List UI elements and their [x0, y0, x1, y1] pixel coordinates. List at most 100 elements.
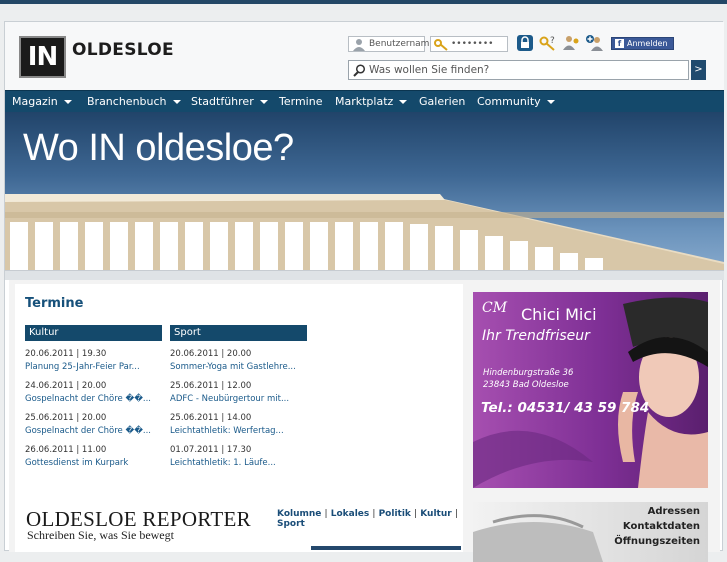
chevron-down-icon [172, 100, 181, 104]
event-title[interactable]: Gottesdienst im Kurpark [25, 457, 162, 470]
event-title[interactable]: Leichtathletik: Werfertag... [170, 425, 307, 438]
nav-label: Galerien [419, 95, 466, 108]
nav-label: Magazin [12, 95, 58, 108]
list-item[interactable]: 24.06.2011 | 20.00 Gospelnacht der Chöre … [25, 380, 162, 405]
list-item[interactable]: 25.06.2011 | 20.00 Gospelnacht der Chöre … [25, 412, 162, 437]
link-kultur[interactable]: Kultur [420, 509, 451, 519]
search-icon [353, 64, 366, 77]
event-date: 25.06.2011 | 20.00 [25, 413, 107, 423]
event-date: 24.06.2011 | 20.00 [25, 381, 107, 391]
username-field[interactable]: Benutzername [348, 36, 435, 52]
chevron-down-icon [259, 100, 268, 104]
salon-advertisement[interactable]: CM Chici Mici Ihr Trendfriseur Hindenbur… [473, 292, 708, 488]
event-date: 20.06.2011 | 20.00 [170, 349, 252, 359]
password-field[interactable]: •••••••• [430, 36, 508, 52]
top-strip [0, 4, 727, 20]
salon-logo-script: CM [482, 300, 508, 316]
list-item[interactable]: 25.06.2011 | 12.00 ADFC - Neubürgertour m… [170, 380, 307, 405]
link-politik[interactable]: Politik [379, 509, 411, 519]
link-kolumne[interactable]: Kolumne [277, 509, 321, 519]
nav-label: Community [477, 95, 541, 108]
key-icon [434, 39, 448, 51]
page-frame: IN OLDESLOE Benutzername •••••••• ? f An… [4, 21, 724, 562]
nav-label: Branchenbuch [87, 95, 167, 108]
salon-name: Chici Mici [521, 305, 597, 324]
event-date: 26.06.2011 | 11.00 [25, 445, 107, 455]
reporter-subtitle: Schreiben Sie, was Sie bewegt [27, 528, 174, 542]
main-content: Termine Kultur 20.06.2011 | 19.30 Planung… [9, 280, 720, 562]
chevron-down-icon [63, 100, 72, 104]
link-lokales[interactable]: Lokales [331, 509, 370, 519]
separator: | [372, 509, 376, 519]
separator: | [324, 509, 328, 519]
termine-column-sport: Sport 20.06.2011 | 20.00 Sommer-Yoga mit … [170, 325, 307, 469]
hero-title: Wo IN oldesloe? [23, 127, 294, 169]
event-title[interactable]: Planung 25-Jahr-Feier Par... [25, 361, 162, 374]
search-placeholder: Was wollen Sie finden? [369, 64, 490, 76]
termine-heading[interactable]: Termine [25, 296, 83, 311]
directory-line-2: Kontaktdaten [622, 521, 700, 532]
forgot-password-icon[interactable]: ? [538, 34, 558, 53]
nav-item-termine[interactable]: Termine [279, 91, 322, 112]
search-input[interactable]: Was wollen Sie finden? [348, 60, 689, 80]
event-title[interactable]: ADFC - Neubürgertour mit... [170, 393, 307, 406]
reporter-category-links: Kolumne | Lokales | Politik | Kultur | S… [277, 509, 463, 529]
nav-item-stadtfuehrer[interactable]: Stadtführer [191, 91, 268, 112]
nav-label: Stadtführer [191, 95, 254, 108]
list-item[interactable]: 25.06.2011 | 14.00 Leichtathletik: Werfer… [170, 412, 307, 437]
directory-line-3: Öffnungszeiten [614, 536, 700, 547]
link-sport[interactable]: Sport [277, 519, 305, 529]
salon-street: Hindenburgstraße 36 [483, 368, 574, 378]
event-title[interactable]: Gospelnacht der Chöre ��... [25, 393, 162, 406]
event-date: 01.07.2011 | 17.30 [170, 445, 252, 455]
event-title[interactable]: Gospelnacht der Chöre ��... [25, 425, 162, 438]
user-icon [353, 39, 365, 51]
nav-item-magazin[interactable]: Magazin [12, 91, 72, 112]
salon-tagline: Ihr Trendfriseur [482, 328, 590, 344]
main-navigation: Magazin Branchenbuch Stadtführer Termine… [5, 90, 724, 112]
svg-text:?: ? [550, 36, 555, 46]
hero-banner: Wo IN oldesloe? [5, 112, 724, 270]
register-users-icon[interactable] [562, 34, 582, 53]
username-placeholder: Benutzername [369, 39, 435, 49]
directory-advertisement[interactable]: Adressen Kontaktdaten Öffnungszeiten [473, 502, 708, 562]
list-item[interactable]: 20.06.2011 | 20.00 Sommer-Yoga mit Gastle… [170, 348, 307, 373]
event-title[interactable]: Leichtathletik: 1. Läufe... [170, 457, 307, 470]
add-user-icon[interactable] [585, 34, 605, 53]
list-item[interactable]: 26.06.2011 | 11.00 Gottesdienst im Kurpar… [25, 444, 162, 469]
site-header: IN OLDESLOE Benutzername •••••••• ? f An… [5, 22, 724, 90]
salon-address: Hindenburgstraße 36 23843 Bad Oldesloe [483, 367, 573, 391]
column-header[interactable]: Sport [170, 325, 307, 341]
nav-item-galerien[interactable]: Galerien [419, 91, 465, 112]
event-title[interactable]: Sommer-Yoga mit Gastlehre... [170, 361, 307, 374]
event-date: 20.06.2011 | 19.30 [25, 349, 107, 359]
content-divider [5, 270, 724, 280]
separator: | [414, 509, 418, 519]
login-bar: Benutzername •••••••• ? f Anmelden [348, 34, 674, 53]
termine-column-kultur: Kultur 20.06.2011 | 19.30 Planung 25-Jahr… [25, 325, 162, 469]
list-item[interactable]: 20.06.2011 | 19.30 Planung 25-Jahr-Feier … [25, 348, 162, 373]
nav-item-community[interactable]: Community [477, 91, 555, 112]
password-mask: •••••••• [451, 39, 494, 49]
directory-line-1: Adressen [647, 506, 700, 517]
event-date: 25.06.2011 | 12.00 [170, 381, 252, 391]
facebook-icon: f [615, 39, 624, 48]
facebook-login-button[interactable]: f Anmelden [611, 37, 674, 50]
chevron-down-icon [546, 100, 555, 104]
nav-item-marktplatz[interactable]: Marktplatz [335, 91, 408, 112]
nav-label: Marktplatz [335, 95, 394, 108]
event-date: 25.06.2011 | 14.00 [170, 413, 252, 423]
facebook-login-label: Anmelden [627, 39, 668, 48]
site-logo-mark[interactable]: IN [19, 36, 66, 78]
chevron-down-icon [399, 100, 408, 104]
reporter-tab-bar [311, 546, 461, 550]
login-padlock-icon[interactable] [516, 34, 536, 53]
nav-item-branchenbuch[interactable]: Branchenbuch [87, 91, 181, 112]
salon-phone: Tel.: 04531/ 43 59 784 [481, 400, 650, 416]
content-left-column: Termine Kultur 20.06.2011 | 19.30 Planung… [15, 284, 463, 552]
column-header[interactable]: Kultur [25, 325, 162, 341]
list-item[interactable]: 01.07.2011 | 17.30 Leichtathletik: 1. Läu… [170, 444, 307, 469]
salon-city: 23843 Bad Oldesloe [483, 380, 569, 390]
search-submit-button[interactable]: > [691, 60, 706, 80]
site-logo-name[interactable]: OLDESLOE [72, 40, 174, 60]
